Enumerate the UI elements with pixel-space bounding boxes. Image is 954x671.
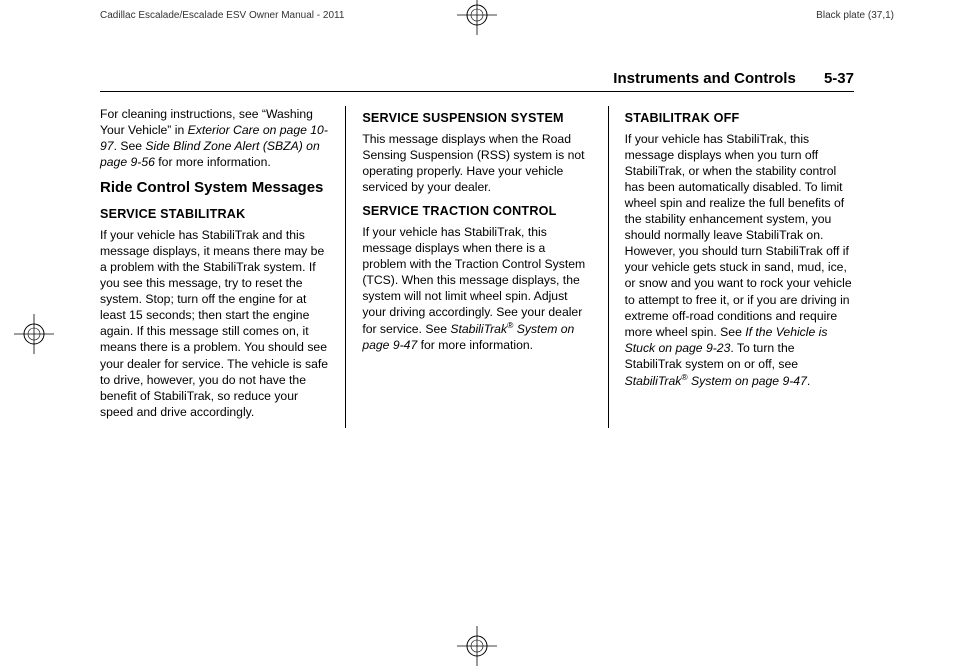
column-2: SERVICE SUSPENSION SYSTEM This message d… (362, 106, 591, 428)
column-1: For cleaning instructions, see “Washing … (100, 106, 329, 428)
page-body: Instruments and Controls 5-37 For cleani… (100, 70, 854, 618)
stabilitrak-off-body: If your vehicle has StabiliTrak, this me… (625, 131, 854, 390)
off-text-1: If your vehicle has StabiliTrak, this me… (625, 132, 852, 339)
service-traction-body: If your vehicle has StabiliTrak, this me… (362, 224, 591, 354)
traction-ref-name: StabiliTrak (450, 322, 507, 336)
traction-text-1: If your vehicle has StabiliTrak, this me… (362, 225, 585, 337)
intro-text-c: for more information. (155, 155, 271, 169)
traction-text-2: for more information. (417, 338, 533, 352)
off-ref-2b: System on page 9-47 (688, 374, 807, 388)
manual-title: Cadillac Escalade/Escalade ESV Owner Man… (100, 10, 344, 21)
column-divider-1 (345, 106, 346, 428)
off-ref-2a: StabiliTrak (625, 374, 682, 388)
intro-paragraph: For cleaning instructions, see “Washing … (100, 106, 329, 170)
registration-mark-bottom (457, 626, 497, 666)
column-divider-2 (608, 106, 609, 428)
ride-control-heading: Ride Control System Messages (100, 178, 329, 198)
intro-text-b: . See (114, 139, 146, 153)
stabilitrak-off-heading: STABILITRAK OFF (625, 110, 854, 127)
columns: For cleaning instructions, see “Washing … (100, 106, 854, 428)
service-traction-heading: SERVICE TRACTION CONTROL (362, 203, 591, 220)
service-suspension-body: This message displays when the Road Sens… (362, 131, 591, 195)
section-title: Instruments and Controls (613, 70, 796, 87)
print-header: Cadillac Escalade/Escalade ESV Owner Man… (100, 10, 894, 21)
service-suspension-heading: SERVICE SUSPENSION SYSTEM (362, 110, 591, 127)
off-text-3: . (807, 374, 810, 388)
running-header: Instruments and Controls 5-37 (100, 70, 854, 92)
service-stabilitrak-heading: SERVICE STABILITRAK (100, 206, 329, 223)
page-number: 5-37 (824, 70, 854, 87)
plate-info: Black plate (37,1) (816, 10, 894, 21)
registration-mark-left (14, 314, 54, 354)
service-stabilitrak-body: If your vehicle has StabiliTrak and this… (100, 227, 329, 420)
column-3: STABILITRAK OFF If your vehicle has Stab… (625, 106, 854, 428)
